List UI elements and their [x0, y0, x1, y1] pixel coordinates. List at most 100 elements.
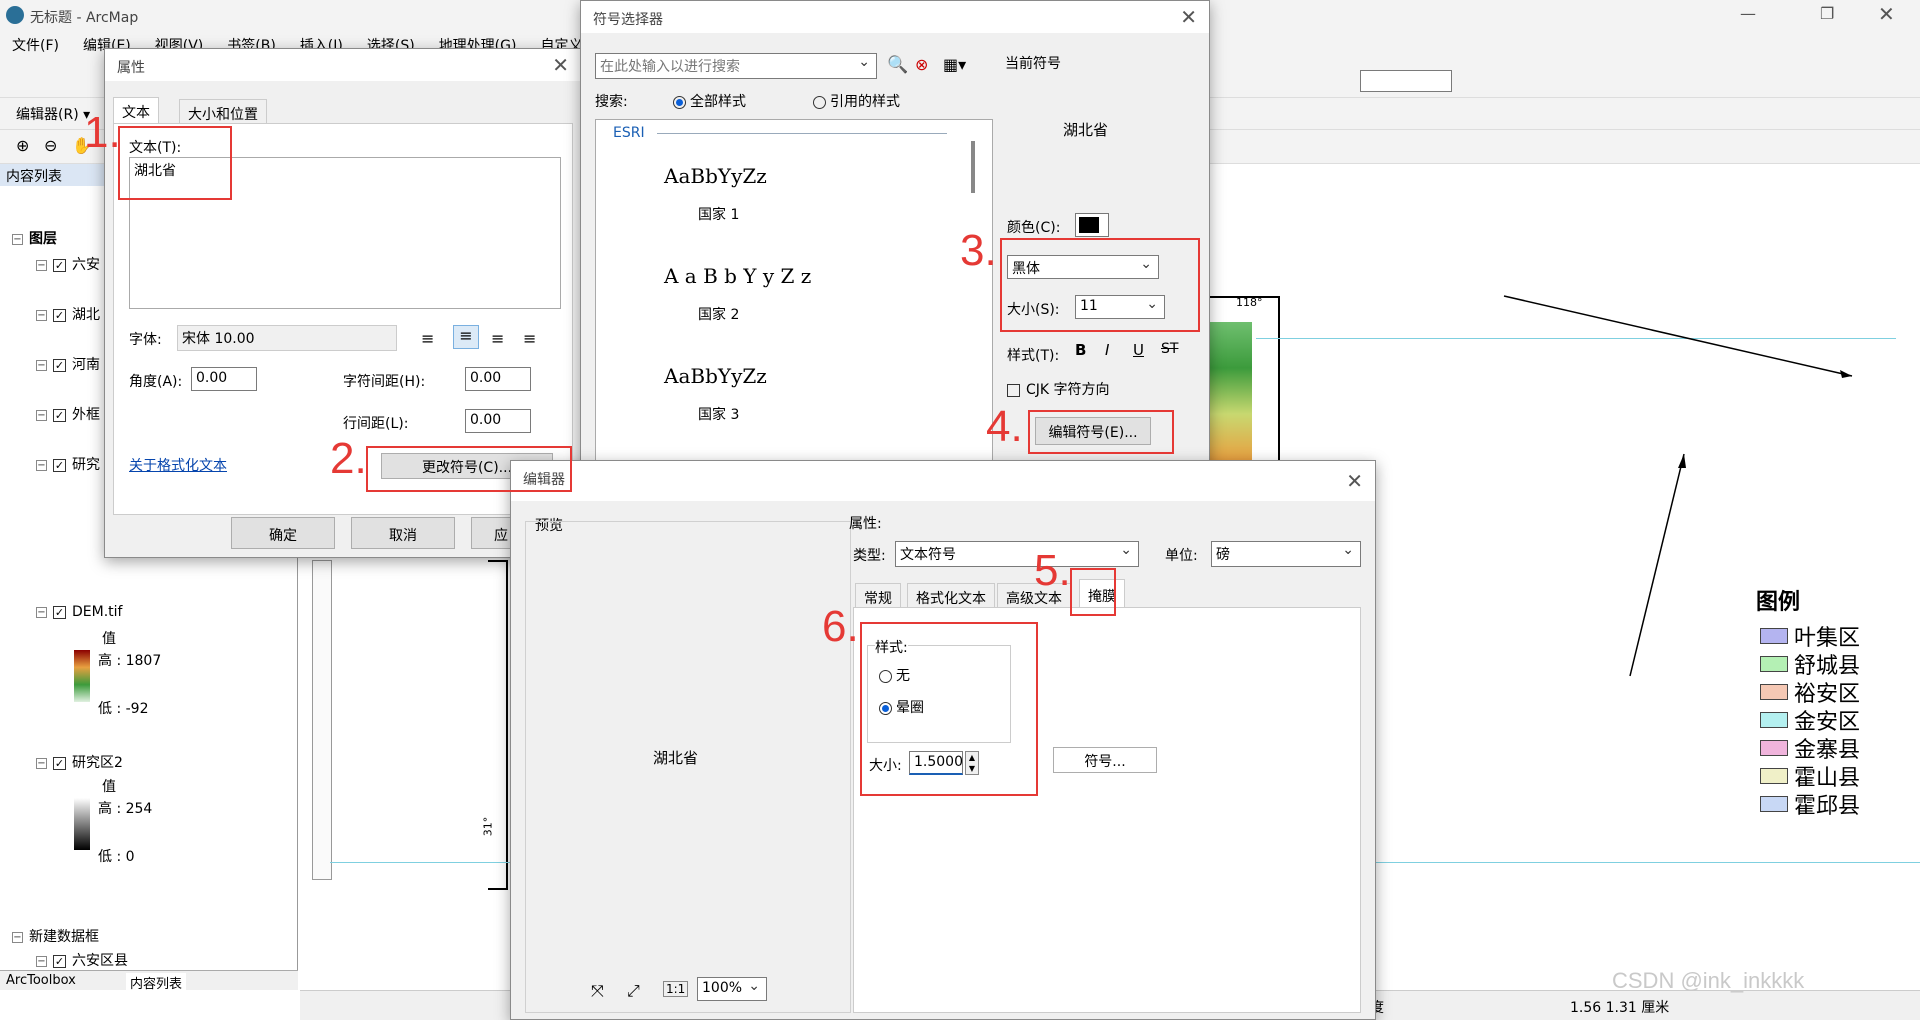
dem-low: 低 : -92 [98, 701, 149, 717]
align-center-icon[interactable]: ≡ [453, 325, 479, 349]
toc-layer-item[interactable]: − ✓ 六安 [36, 254, 100, 274]
ref-styles-radio[interactable]: 引用的样式 [813, 91, 900, 111]
close-icon[interactable]: ✕ [1346, 469, 1363, 493]
symbol-sample-name: 国家 1 [698, 207, 740, 223]
align-left-icon[interactable]: ≡ [421, 329, 434, 348]
bottom-tabs: ArcToolbox 内容列表 [0, 970, 298, 992]
dem-ramp [74, 650, 90, 702]
properties-title: 属性 [117, 60, 145, 76]
view-options-icon[interactable]: ▦▾ [943, 55, 966, 74]
tab-toc[interactable]: 内容列表 [126, 973, 187, 992]
symbol-title: 符号选择器 [593, 12, 663, 28]
scale-input[interactable] [1360, 70, 1452, 92]
strikethrough-icon[interactable]: ST [1161, 341, 1178, 357]
lat-label: 31° [481, 816, 495, 837]
ruler-vertical [312, 560, 332, 880]
toc-layer-dem[interactable]: − ✓ DEM.tif [36, 604, 122, 620]
step-6-label: 6. [822, 602, 859, 651]
unit-label: 单位: [1165, 548, 1198, 564]
unit-select[interactable]: 磅 [1211, 541, 1361, 567]
dem-value-label: 值 [102, 631, 116, 647]
toc-new-frame[interactable]: − 新建数据框 [12, 926, 99, 946]
toc-layer-item[interactable]: − ✓ 湖北 [36, 304, 100, 324]
toc-layer-item[interactable]: − ✓ 外框 [36, 404, 100, 424]
window-title: 无标题 - ArcMap [30, 10, 139, 26]
italic-icon[interactable]: I [1105, 341, 1109, 359]
zoom-select[interactable]: 100% [697, 977, 767, 1001]
angle-input[interactable]: 0.00 [191, 367, 257, 391]
zoom-out-icon[interactable]: ⊖ [44, 136, 57, 155]
symbol-search-input[interactable]: 在此处输入以进行搜索 [595, 53, 877, 79]
legend-title: 图例 [1756, 589, 1801, 615]
gallery-scrollbar[interactable] [971, 141, 975, 193]
map-frame[interactable] [488, 560, 508, 890]
restore-icon[interactable]: ❐ [1820, 4, 1834, 23]
annotation-box-halo [860, 622, 1038, 796]
toc-new-frame-child[interactable]: − ✓ 六安区县 [36, 950, 128, 968]
map-border [1200, 296, 1280, 466]
symbol-sample-text[interactable]: A a B b Y y Z z [664, 264, 811, 288]
step-3-label: 3. [960, 226, 997, 275]
menu-item[interactable]: 文件(F) [0, 35, 71, 55]
zoom-extent-icon[interactable]: ⤢ [627, 981, 640, 1001]
arrow-head [1840, 370, 1852, 378]
current-symbol-preview: 湖北省 [1063, 121, 1109, 139]
char-spacing-label: 字符间距(H): [343, 374, 426, 390]
editor-menu[interactable]: 编辑器(R) ▾ [16, 104, 90, 124]
status-coords: 1.56 1.31 厘米 [1570, 1000, 1670, 1016]
underline-icon[interactable]: U [1133, 341, 1144, 359]
zoom-in-icon[interactable]: ⊕ [16, 136, 29, 155]
ok-button[interactable]: 确定 [231, 517, 335, 549]
char-spacing-input[interactable]: 0.00 [465, 367, 531, 391]
font-label: 字体: [129, 332, 162, 348]
clear-search-icon[interactable]: ⊗ [915, 55, 928, 74]
arrow-line [1629, 453, 1685, 677]
symbol-gallery [595, 119, 993, 471]
about-format-link[interactable]: 关于格式化文本 [129, 455, 227, 475]
gallery-divider [657, 133, 947, 134]
dem-high: 高 : 1807 [98, 653, 162, 669]
symbol-sample-text[interactable]: AaBbYyZz [664, 364, 767, 388]
close-icon[interactable]: ✕ [1878, 2, 1895, 26]
close-icon[interactable]: ✕ [1180, 5, 1197, 29]
search-icon[interactable]: 🔍 [887, 55, 908, 75]
cjk-checkbox[interactable]: CJK 字符方向 [1007, 379, 1110, 399]
toc-layer-item[interactable]: − ✓ 河南 [36, 354, 100, 374]
tab-arctoolbox[interactable]: ArcToolbox [6, 973, 76, 988]
step-2-label: 2. [330, 434, 367, 483]
symbol-title-bar: 符号选择器 ✕ [581, 1, 1209, 33]
symbol-sample-text[interactable]: AaBbYyZz [664, 164, 767, 188]
minimize-icon[interactable]: — [1740, 4, 1756, 23]
step-1-label: 1. [84, 108, 121, 157]
area2-ramp [74, 798, 90, 850]
annotation-box-text [118, 126, 232, 200]
type-select[interactable]: 文本符号 [895, 541, 1139, 567]
legend-swatch [1760, 656, 1788, 672]
all-styles-radio[interactable]: 全部样式 [673, 91, 746, 111]
legend-swatch [1760, 684, 1788, 700]
annotation-box-change-symbol [366, 446, 572, 492]
align-right-icon[interactable]: ≡ [491, 329, 504, 348]
toc-layers-root[interactable]: − 图层 [12, 228, 57, 248]
toc-layer-item[interactable]: − ✓ 研究 [36, 454, 100, 474]
toc-layer-area2[interactable]: − ✓ 研究区2 [36, 752, 123, 772]
line-spacing-input[interactable]: 0.00 [465, 409, 531, 433]
legend-item: 霍邱县 [1760, 788, 1860, 820]
zoom-fit-icon[interactable]: ⤧ [591, 981, 604, 1001]
gallery-group: ESRI [613, 125, 645, 141]
zoom-one-to-one[interactable]: 1:1 [663, 981, 689, 997]
align-justify-icon[interactable]: ≡ [523, 329, 536, 348]
current-symbol-label: 当前符号 [1005, 56, 1061, 72]
bold-icon[interactable]: B [1075, 341, 1086, 359]
symbol-sample-name: 国家 2 [698, 307, 740, 323]
line-spacing-label: 行间距(L): [343, 416, 409, 432]
legend-swatch [1760, 796, 1788, 812]
watermark: CSDN @ink_inkkkk [1612, 968, 1805, 993]
color-picker[interactable] [1075, 213, 1109, 237]
cancel-button[interactable]: 取消 [351, 517, 455, 549]
annotation-box-edit-symbol [1028, 410, 1174, 454]
close-icon[interactable]: ✕ [552, 53, 569, 77]
mask-symbol-button[interactable]: 符号... [1053, 747, 1157, 773]
editor-title-bar: 编辑器 ✕ [511, 461, 1375, 501]
annotation-box-mask-tab [1070, 568, 1116, 616]
